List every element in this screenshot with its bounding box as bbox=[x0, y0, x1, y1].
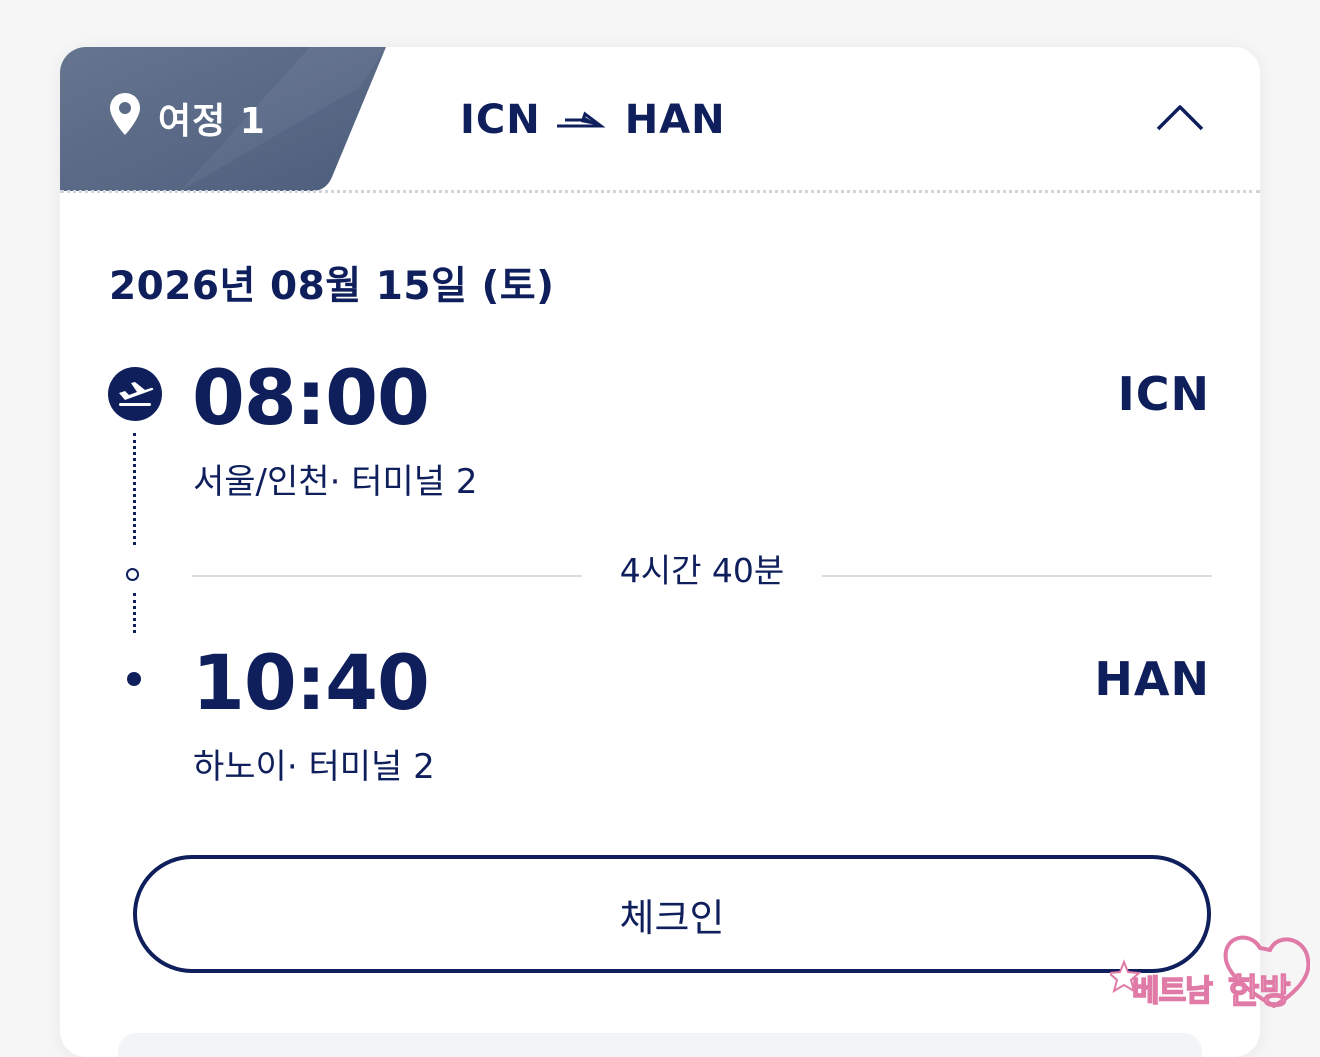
timeline-line-upper bbox=[133, 433, 136, 545]
timeline-midpoint bbox=[126, 568, 139, 581]
itinerary-card: 여정 1 ICN HAN 2026년 08월 15일 (토) 08:00 ICN… bbox=[60, 47, 1260, 1057]
collapse-button[interactable] bbox=[1150, 99, 1210, 139]
checkin-button[interactable]: 체크인 bbox=[133, 855, 1211, 973]
route-origin: ICN bbox=[460, 97, 541, 143]
departure-airport-code: ICN bbox=[1117, 367, 1210, 421]
departure-place: 서울/인천· 터미널 2 bbox=[193, 462, 478, 502]
flight-arrow-icon bbox=[555, 108, 605, 132]
flight-date: 2026년 08월 15일 (토) bbox=[109, 264, 555, 309]
trip-label-text: 여정 1 bbox=[158, 101, 266, 142]
watermark-logo: 베트남 한방 bbox=[1110, 928, 1310, 1020]
takeoff-icon bbox=[108, 367, 162, 421]
arrival-place: 하노이· 터미널 2 bbox=[193, 747, 435, 787]
departure-time: 08:00 bbox=[192, 353, 430, 442]
watermark-accent-text: 한방 bbox=[1227, 971, 1291, 1013]
duration-line-left bbox=[192, 575, 582, 577]
route-summary: ICN HAN bbox=[460, 95, 726, 145]
timeline-line-lower bbox=[133, 593, 136, 633]
trip-label: 여정 1 bbox=[108, 92, 266, 142]
flight-duration: 4시간 40분 bbox=[619, 551, 785, 590]
chevron-up-icon bbox=[1156, 103, 1204, 135]
itinerary-header[interactable]: 여정 1 ICN HAN bbox=[60, 47, 1260, 191]
duration-line-right bbox=[822, 575, 1212, 577]
next-section-edge bbox=[118, 1033, 1202, 1057]
arrival-time: 10:40 bbox=[192, 638, 430, 727]
timeline-arrival-dot bbox=[127, 672, 141, 686]
location-pin-icon bbox=[108, 91, 142, 146]
route-destination: HAN bbox=[624, 97, 726, 143]
watermark-main-text: 베트남 bbox=[1131, 973, 1213, 1010]
arrival-airport-code: HAN bbox=[1094, 652, 1210, 706]
header-divider bbox=[60, 190, 1260, 193]
